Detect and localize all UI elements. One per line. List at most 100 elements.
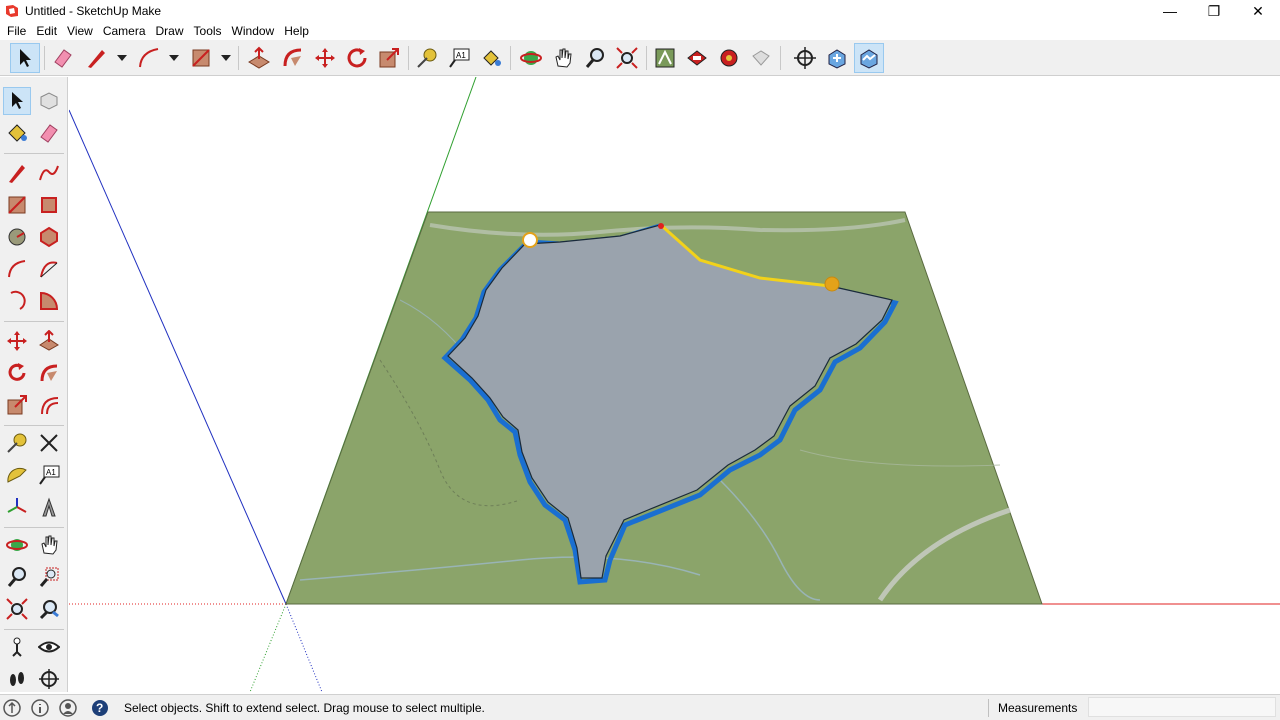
rectangle-icon [192, 49, 210, 67]
left-three-point-arc-button[interactable] [3, 287, 31, 315]
toolbar-scale-button[interactable] [374, 43, 404, 73]
toolbar-move-button[interactable] [310, 43, 340, 73]
follow-me-icon [40, 364, 58, 382]
peak-marker-icon [658, 223, 664, 229]
left-move-button[interactable] [3, 327, 31, 355]
toolbar-extension-warehouse-button[interactable] [682, 43, 712, 73]
freehand-icon [39, 165, 59, 181]
menu-view[interactable]: View [62, 24, 98, 38]
left-two-point-arc-button[interactable] [35, 255, 63, 283]
left-rectangle-button[interactable] [3, 191, 31, 219]
svg-text:?: ? [96, 701, 103, 715]
restore-button[interactable]: ❐ [1192, 0, 1236, 22]
geo-location-icon[interactable] [3, 699, 21, 717]
left-text-button[interactable]: A1 [35, 461, 63, 489]
toolbar-rectangle-button[interactable] [186, 43, 216, 73]
toolbar-pan-button[interactable] [548, 43, 578, 73]
toolbar-zoom-button[interactable] [580, 43, 610, 73]
toolbar-paint-bucket-button[interactable] [476, 43, 506, 73]
left-eraser-button[interactable] [35, 119, 63, 147]
left-circle-button[interactable] [3, 223, 31, 251]
left-axes-button[interactable] [3, 493, 31, 521]
select-icon [12, 92, 23, 109]
left-position-camera-button[interactable] [3, 633, 31, 661]
model-scene[interactable] [69, 77, 1280, 692]
close-button[interactable]: ✕ [1236, 0, 1280, 22]
menu-window[interactable]: Window [227, 24, 280, 38]
left-previous-view-button[interactable] [35, 595, 63, 623]
chevron-down-icon[interactable] [116, 52, 128, 64]
left-select-button[interactable] [3, 87, 31, 115]
menu-camera[interactable]: Camera [98, 24, 151, 38]
credits-icon[interactable] [31, 699, 49, 717]
left-scale-button[interactable] [3, 391, 31, 419]
left-dimension-button[interactable] [35, 429, 63, 457]
toolbar-eraser-button[interactable] [48, 43, 78, 73]
status-bar: ? Select objects. Shift to extend select… [0, 694, 1280, 720]
toolbar-rotate-button[interactable] [342, 43, 372, 73]
menu-help[interactable]: Help [279, 24, 314, 38]
left-paint-bucket-button[interactable] [3, 119, 31, 147]
menu-tools[interactable]: Tools [189, 24, 227, 38]
left-arc-button[interactable] [3, 255, 31, 283]
3d-warehouse-icon [655, 48, 675, 68]
left-walk-button[interactable] [3, 665, 31, 693]
status-message: Select objects. Shift to extend select. … [124, 701, 485, 715]
rotate-icon [347, 48, 367, 68]
toolbar-send-to-layout-button[interactable] [746, 43, 776, 73]
toolbar-follow-me-button[interactable] [278, 43, 308, 73]
toolbar-position-camera-button[interactable] [790, 43, 820, 73]
left-protractor-button[interactable] [3, 461, 31, 489]
left-line-button[interactable] [3, 159, 31, 187]
left-orbit-button[interactable] [3, 531, 31, 559]
main-toolbar: A1 [0, 40, 1280, 76]
menu-draw[interactable]: Draw [151, 24, 189, 38]
menu-edit[interactable]: Edit [31, 24, 62, 38]
toolbar-select-button[interactable] [10, 43, 40, 73]
left-component-button[interactable] [35, 87, 63, 115]
chevron-down-icon[interactable] [168, 52, 180, 64]
toolbar-toggle-terrain-button[interactable] [854, 43, 884, 73]
left-zoom-window-button[interactable] [35, 563, 63, 591]
toolbar-3d-warehouse-button[interactable] [650, 43, 680, 73]
left-rotated-rectangle-button[interactable] [35, 191, 63, 219]
left-offset-button[interactable] [35, 391, 63, 419]
toolbar-orbit-button[interactable] [516, 43, 546, 73]
axes-icon [7, 498, 27, 513]
toolbar-push-pull-button[interactable] [244, 43, 274, 73]
left-zoom-button[interactable] [3, 563, 31, 591]
zoom-extents-icon [6, 598, 28, 620]
left-push-pull-button[interactable] [35, 327, 63, 355]
drawing-viewport[interactable] [69, 77, 1280, 692]
minimize-button[interactable]: — [1148, 0, 1192, 22]
zoom-extents-icon [616, 47, 638, 69]
left-follow-me-button[interactable] [35, 359, 63, 387]
left-pie-button[interactable] [35, 287, 63, 315]
left-section-plane-button[interactable] [35, 665, 63, 693]
user-account-icon[interactable] [59, 699, 77, 717]
toolbar-zoom-extents-button[interactable] [612, 43, 642, 73]
select-icon [20, 49, 31, 67]
left-3d-text-button[interactable] [35, 493, 63, 521]
left-tape-measure-button[interactable] [3, 429, 31, 457]
paint-bucket-icon [483, 50, 501, 66]
menu-file[interactable]: File [2, 24, 31, 38]
toolbar-add-location-button[interactable] [822, 43, 852, 73]
left-rotate-button[interactable] [3, 359, 31, 387]
left-look-around-button[interactable] [35, 633, 63, 661]
toolbar-tape-measure-button[interactable] [412, 43, 442, 73]
toolbar-layout-button[interactable] [714, 43, 744, 73]
left-pan-button[interactable] [35, 531, 63, 559]
left-polygon-button[interactable] [35, 223, 63, 251]
left-zoom-extents-button[interactable] [3, 595, 31, 623]
left-freehand-button[interactable] [35, 159, 63, 187]
chevron-down-icon[interactable] [220, 52, 232, 64]
measurements-input[interactable] [1088, 697, 1276, 717]
toolbar-text-button[interactable]: A1 [444, 43, 474, 73]
three-point-arc-icon [10, 290, 26, 310]
toolbar-arc-button[interactable] [134, 43, 164, 73]
toolbar-line-button[interactable] [82, 43, 112, 73]
move-icon [315, 48, 335, 68]
previous-view-icon [39, 600, 59, 620]
help-icon[interactable]: ? [91, 699, 109, 717]
